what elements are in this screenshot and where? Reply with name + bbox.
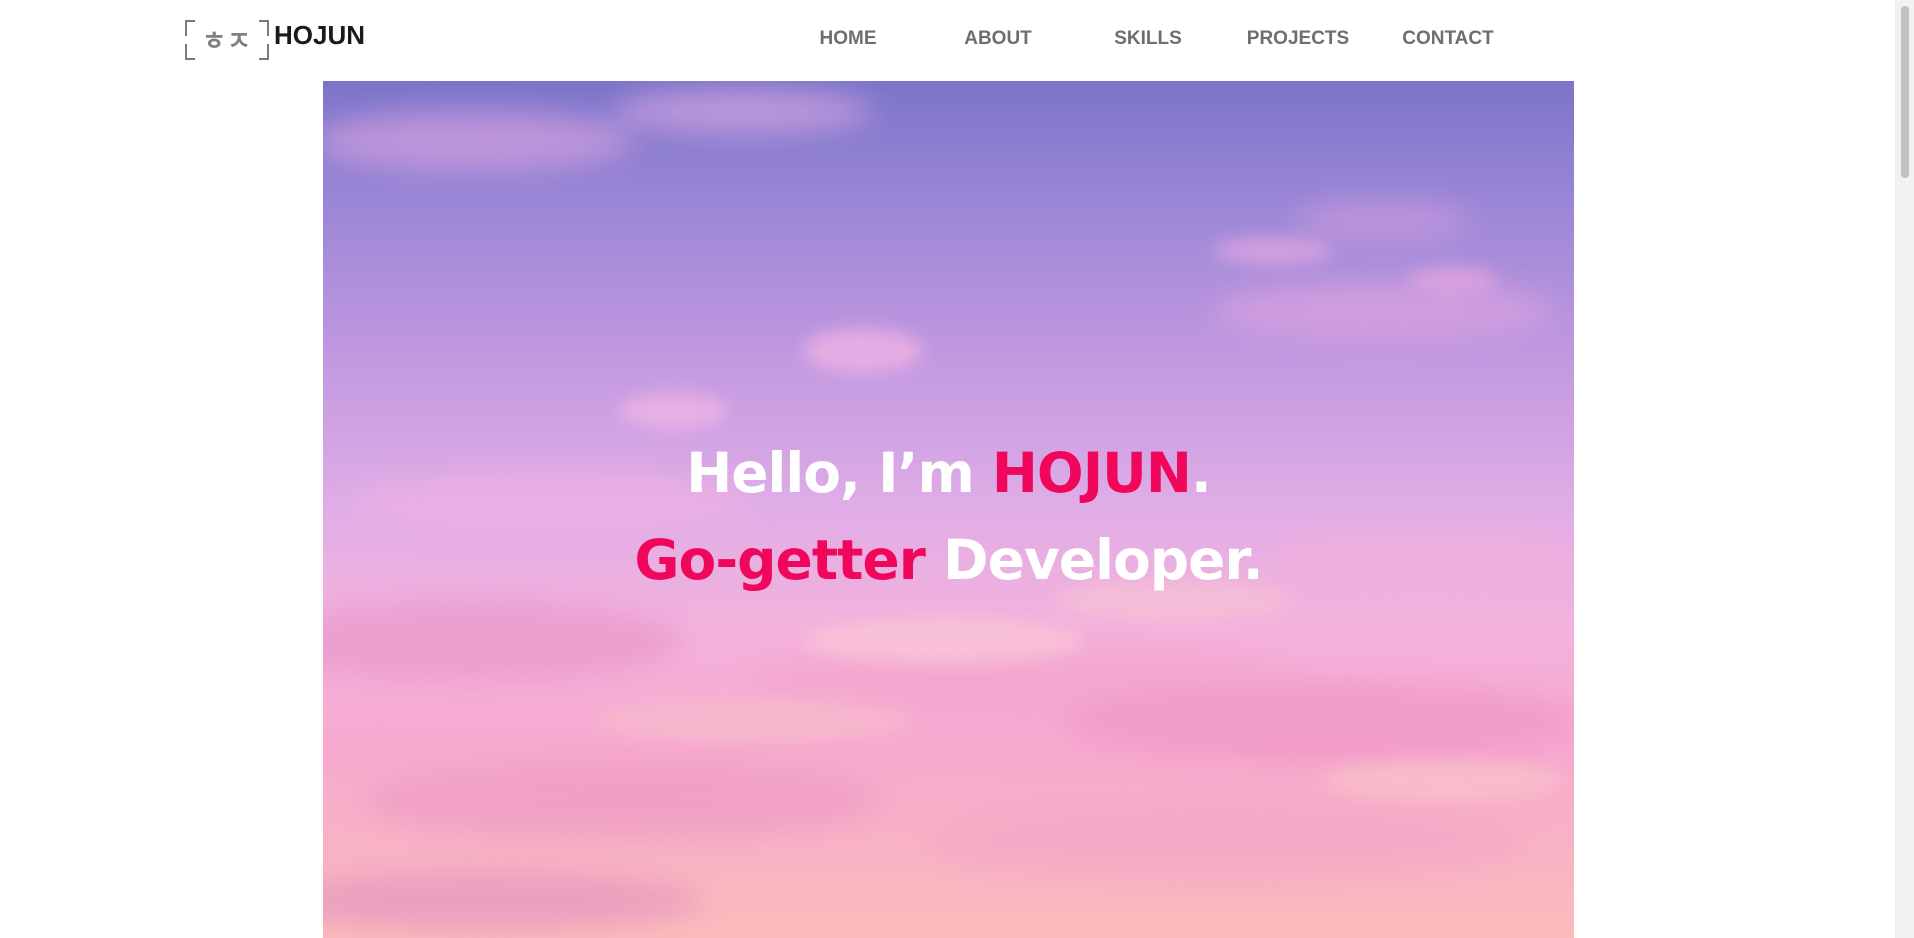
- nav-item-about[interactable]: ABOUT: [923, 26, 1073, 52]
- bracket-top-left: [185, 20, 195, 36]
- hero-banner: Hello, I’m HOJUN. Go-getter Developer.: [323, 81, 1574, 938]
- nav-item-home[interactable]: HOME: [773, 26, 923, 52]
- hero-greeting-prefix: Hello, I’m: [686, 441, 992, 505]
- page-scrollbar[interactable]: [1895, 0, 1914, 938]
- hero-tagline: Go-getter Developer.: [323, 528, 1574, 592]
- hero-tagline-highlight: Go-getter: [634, 528, 925, 592]
- bracket-top-right: [259, 20, 269, 36]
- hero-greeting: Hello, I’m HOJUN.: [323, 441, 1574, 505]
- nav-item-contact[interactable]: CONTACT: [1373, 26, 1523, 52]
- bracket-bottom-left: [185, 44, 195, 60]
- hero-tagline-rest: Developer.: [924, 528, 1264, 592]
- main-nav: HOME ABOUT SKILLS PROJECTS CONTACT: [773, 26, 1523, 52]
- logo-glyph: ㅎㅈ: [202, 26, 252, 57]
- header: ㅎㅈ HOJUN HOME ABOUT SKILLS PROJECTS CONT…: [0, 0, 1895, 80]
- bracket-bottom-right: [259, 44, 269, 60]
- logo-mark-icon: ㅎㅈ: [183, 18, 271, 60]
- sky-clouds-background: [323, 89, 1574, 931]
- logo-text: HOJUN: [274, 19, 366, 50]
- hero-greeting-suffix: .: [1190, 441, 1212, 505]
- scrollbar-thumb[interactable]: [1901, 6, 1909, 178]
- logo[interactable]: ㅎㅈ HOJUN: [183, 17, 365, 61]
- nav-item-projects[interactable]: PROJECTS: [1223, 26, 1373, 52]
- nav-item-skills[interactable]: SKILLS: [1073, 26, 1223, 52]
- page: ㅎㅈ HOJUN HOME ABOUT SKILLS PROJECTS CONT…: [0, 0, 1914, 938]
- hero-name: HOJUN: [991, 441, 1192, 505]
